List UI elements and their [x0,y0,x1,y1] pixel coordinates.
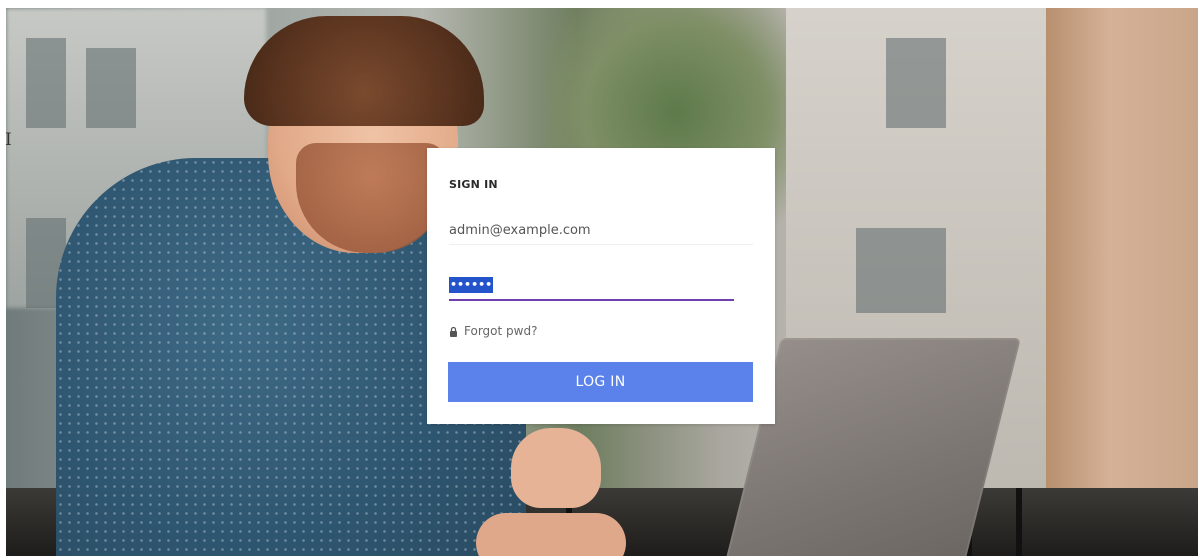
lock-icon [449,326,458,337]
sign-in-title: SIGN IN [449,178,498,191]
login-page: I SIGN IN •••••• Forgot pwd? LOG IN [0,0,1198,556]
forgot-password-link[interactable]: Forgot pwd? [449,324,537,338]
password-field[interactable]: •••••• [449,273,734,301]
forgot-password-label: Forgot pwd? [464,324,538,338]
text-cursor-icon: I [5,130,12,150]
login-button[interactable]: LOG IN [448,362,753,402]
email-field[interactable] [449,216,753,245]
password-value: •••••• [449,277,494,293]
login-card: SIGN IN •••••• Forgot pwd? LOG IN [427,148,775,424]
